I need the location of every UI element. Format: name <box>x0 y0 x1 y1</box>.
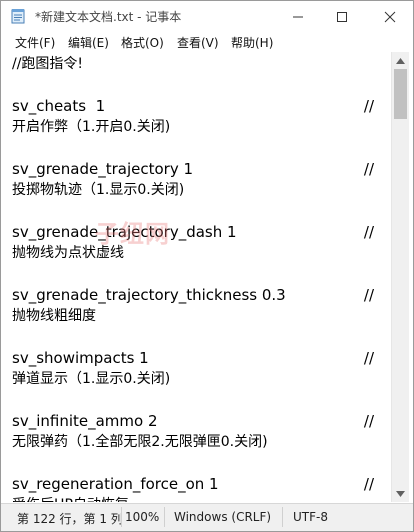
description-text: 受伤后HP自动恢复 <box>12 495 129 502</box>
description-text: 无限弹药（1.全部无限2.无限弹匣0.关闭) <box>12 434 268 450</box>
close-icon <box>384 11 396 22</box>
editor-line: sv_showimpacts 1 // <box>12 348 384 369</box>
editor-line: sv_grenade_trajectory_dash 1 // <box>12 222 384 243</box>
menu-format[interactable]: 格式(O) <box>121 34 164 51</box>
comment-marker: // <box>363 349 374 367</box>
editor-line: sv_cheats 1 // <box>12 96 384 117</box>
comment-marker: // <box>363 97 374 115</box>
scroll-down-button[interactable] <box>392 485 409 502</box>
menu-bar: 文件(F) 编辑(E) 格式(O) 查看(V) 帮助(H) <box>1 32 413 52</box>
editor-line: 抛物线粗细度 <box>12 306 384 327</box>
command-text: sv_infinite_ammo 2 <box>12 412 158 430</box>
command-text: sv_showimpacts 1 <box>12 349 149 367</box>
notepad-icon <box>10 8 26 24</box>
status-bar: 第 122 行，第 1 列 100% Windows (CRLF) UTF-8 <box>1 503 413 531</box>
comment-marker: // <box>363 160 374 178</box>
scroll-up-button[interactable] <box>392 52 409 69</box>
scroll-thumb[interactable] <box>394 69 407 119</box>
description-text: 弹道显示（1.显示0.关闭) <box>12 371 171 387</box>
maximize-button[interactable] <box>319 1 365 32</box>
maximize-icon <box>337 11 347 22</box>
text-editor[interactable]: //跑图指令! sv_cheats 1 // 开启作弊（1.开启0.关闭) sv_gr… <box>5 52 391 502</box>
zoom-level: 100% <box>125 510 160 524</box>
chevron-up-icon <box>396 57 405 64</box>
menu-file[interactable]: 文件(F) <box>15 34 55 51</box>
editor-line: //跑图指令! <box>12 54 384 75</box>
encoding: UTF-8 <box>293 510 328 524</box>
minimize-button[interactable] <box>275 1 321 32</box>
editor-line: 抛物线为点状虚线 <box>12 243 384 264</box>
menu-help[interactable]: 帮助(H) <box>231 34 273 51</box>
editor-line: 受伤后HP自动恢复 <box>12 495 384 502</box>
chevron-down-icon <box>396 490 405 497</box>
command-text: sv_grenade_trajectory_dash 1 <box>12 223 237 241</box>
editor-line: 弹道显示（1.显示0.关闭) <box>12 369 384 390</box>
minimize-icon <box>293 16 303 17</box>
editor-line: sv_regeneration_force_on 1 // <box>12 474 384 495</box>
description-text: 抛物线为点状虚线 <box>12 245 124 261</box>
command-text: sv_regeneration_force_on 1 <box>12 475 219 493</box>
comment-marker: // <box>363 412 374 430</box>
editor-line: 投掷物轨迹（1.显示0.关闭) <box>12 180 384 201</box>
description-text: 投掷物轨迹（1.显示0.关闭) <box>12 182 185 198</box>
comment-marker: // <box>363 475 374 493</box>
editor-line: sv_grenade_trajectory 1 // <box>12 159 384 180</box>
comment-marker: // <box>363 223 374 241</box>
window-title: *新建文本文档.txt - 记事本 <box>35 10 182 24</box>
editor-line: sv_grenade_trajectory_thickness 0.3 // <box>12 285 384 306</box>
description-text: 开启作弊（1.开启0.关闭) <box>12 119 171 135</box>
vertical-scrollbar[interactable] <box>391 52 409 502</box>
command-text: sv_grenade_trajectory_thickness 0.3 <box>12 286 286 304</box>
title-bar[interactable]: *新建文本文档.txt - 记事本 <box>1 1 413 32</box>
menu-edit[interactable]: 编辑(E) <box>68 34 109 51</box>
line-ending: Windows (CRLF) <box>174 510 272 524</box>
close-button[interactable] <box>367 1 413 32</box>
comment-marker: // <box>363 286 374 304</box>
editor-line: sv_infinite_ammo 2 // <box>12 411 384 432</box>
menu-view[interactable]: 查看(V) <box>177 34 219 51</box>
notepad-window: *新建文本文档.txt - 记事本 文件(F) 编辑(E) 格式(O) 查看(V… <box>0 0 414 532</box>
description-text: 抛物线粗细度 <box>12 308 96 324</box>
header-line: //跑图指令! <box>12 56 84 72</box>
command-text: sv_grenade_trajectory 1 <box>12 160 194 178</box>
cursor-position: 第 122 行，第 1 列 <box>17 512 123 526</box>
command-text: sv_cheats 1 <box>12 97 106 115</box>
editor-line: 开启作弊（1.开启0.关闭) <box>12 117 384 138</box>
editor-line: 无限弹药（1.全部无限2.无限弹匣0.关闭) <box>12 432 384 453</box>
